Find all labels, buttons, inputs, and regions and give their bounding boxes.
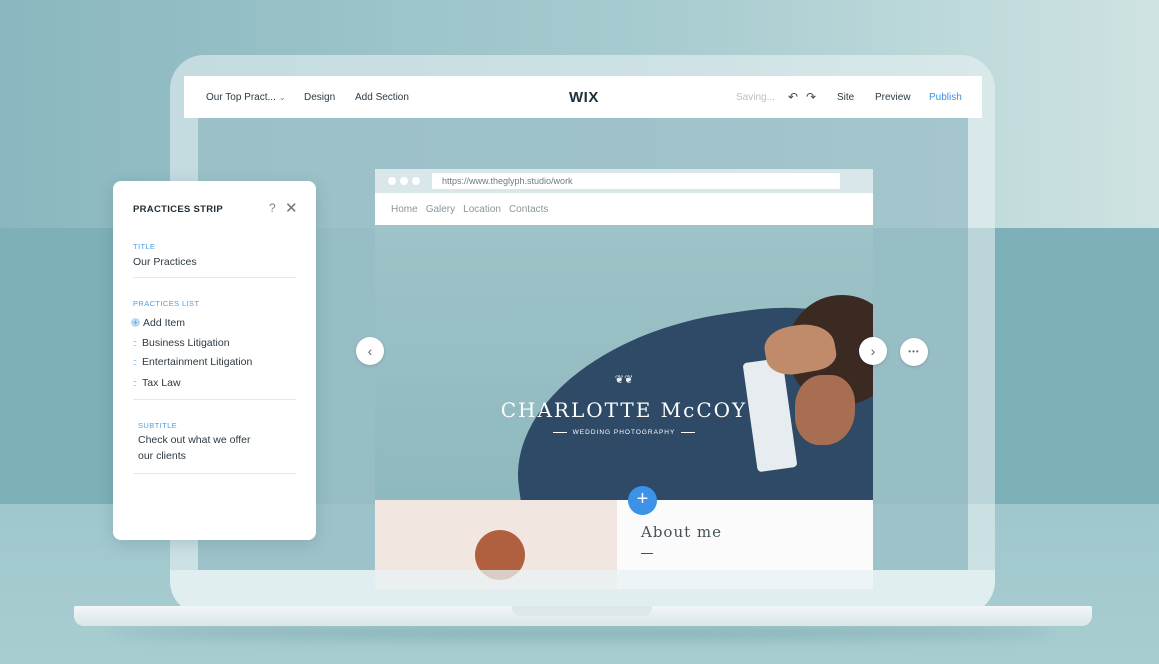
browser-chrome: https://www.theglyph.studio/work [375,169,873,193]
chevron-right-icon: › [870,343,876,359]
drag-handle-icon[interactable]: :: [133,338,137,348]
window-dot [412,177,420,185]
prev-slide-button[interactable]: ‹ [356,337,384,365]
more-options-button[interactable]: ••• [900,338,928,366]
divider [133,473,296,474]
list-item-label: Tax Law [142,377,181,389]
title-field[interactable]: Our Practices [133,254,197,270]
laptop-notch [512,606,652,616]
drag-handle-icon[interactable]: :: [133,378,137,388]
title-field-label: TITLE [133,242,156,251]
practices-strip-panel: PRACTICES STRIP ? ✕ TITLE Our Practices … [113,181,316,540]
page-selector-label: Our Top Pract... [206,91,276,103]
site-menu-button[interactable]: Site [837,76,854,118]
list-item-label: Entertainment Litigation [142,356,253,368]
editor-topbar: Our Top Pract... ⌄ Design Add Section WI… [184,76,982,118]
add-item-label: Add Item [143,317,186,329]
more-icon: ••• [908,347,920,356]
add-section-button[interactable]: Add Section [355,76,409,118]
site-nav: Home Galery Location Contacts [375,193,873,225]
list-item[interactable]: :: Entertainment Litigation [133,356,252,368]
divider [133,277,296,278]
redo-icon[interactable]: ↷ [806,76,816,118]
nav-galery[interactable]: Galery [426,204,455,215]
next-slide-button[interactable]: › [859,337,887,365]
plus-icon: + [131,318,140,327]
subtitle-line: Check out what we offer [138,434,251,446]
subtitle-field[interactable]: Check out what we offer our clients [138,432,250,464]
divider [133,399,296,400]
url-bar[interactable]: https://www.theglyph.studio/work [432,173,840,189]
design-button[interactable]: Design [304,76,335,118]
window-dot [400,177,408,185]
practices-list-label: PRACTICES LIST [133,299,200,308]
window-dot [388,177,396,185]
nav-home[interactable]: Home [391,204,418,215]
add-element-button[interactable]: + [628,486,657,515]
nav-contacts[interactable]: Contacts [509,204,548,215]
subtitle-field-label: SUBTITLE [138,421,178,430]
drag-handle-icon[interactable]: :: [133,357,137,367]
list-item[interactable]: :: Tax Law [133,377,181,389]
floral-ornament-icon: ❦❦ [614,374,634,386]
undo-icon[interactable]: ↶ [788,76,798,118]
about-divider [641,553,653,554]
laptop-shadow [110,626,1055,640]
about-heading: About me [641,523,723,541]
preview-button[interactable]: Preview [875,76,911,118]
hero-subtitle: WEDDING PHOTOGRAPHY [375,429,873,436]
list-item[interactable]: :: Business Litigation [133,337,230,349]
chevron-left-icon: ‹ [367,343,373,359]
subtitle-line: our clients [138,450,186,462]
publish-button[interactable]: Publish [929,76,962,118]
list-item-label: Business Litigation [142,337,230,349]
site-preview-window: https://www.theglyph.studio/work Home Ga… [375,169,873,589]
saving-status: Saving... [736,91,775,103]
help-icon[interactable]: ? [269,201,276,215]
close-icon[interactable]: ✕ [285,199,298,217]
wix-logo: WIX [569,88,599,106]
page-selector[interactable]: Our Top Pract... ⌄ [206,76,286,118]
nav-location[interactable]: Location [463,204,501,215]
hero-section[interactable]: ❦❦ CHARLOTTE McCOY WEDDING PHOTOGRAPHY [375,225,873,500]
chevron-down-icon: ⌄ [278,92,286,102]
add-item-button[interactable]: + Add Item [131,317,185,329]
hero-title: CHARLOTTE McCOY [500,398,748,422]
panel-title: PRACTICES STRIP [133,204,224,215]
